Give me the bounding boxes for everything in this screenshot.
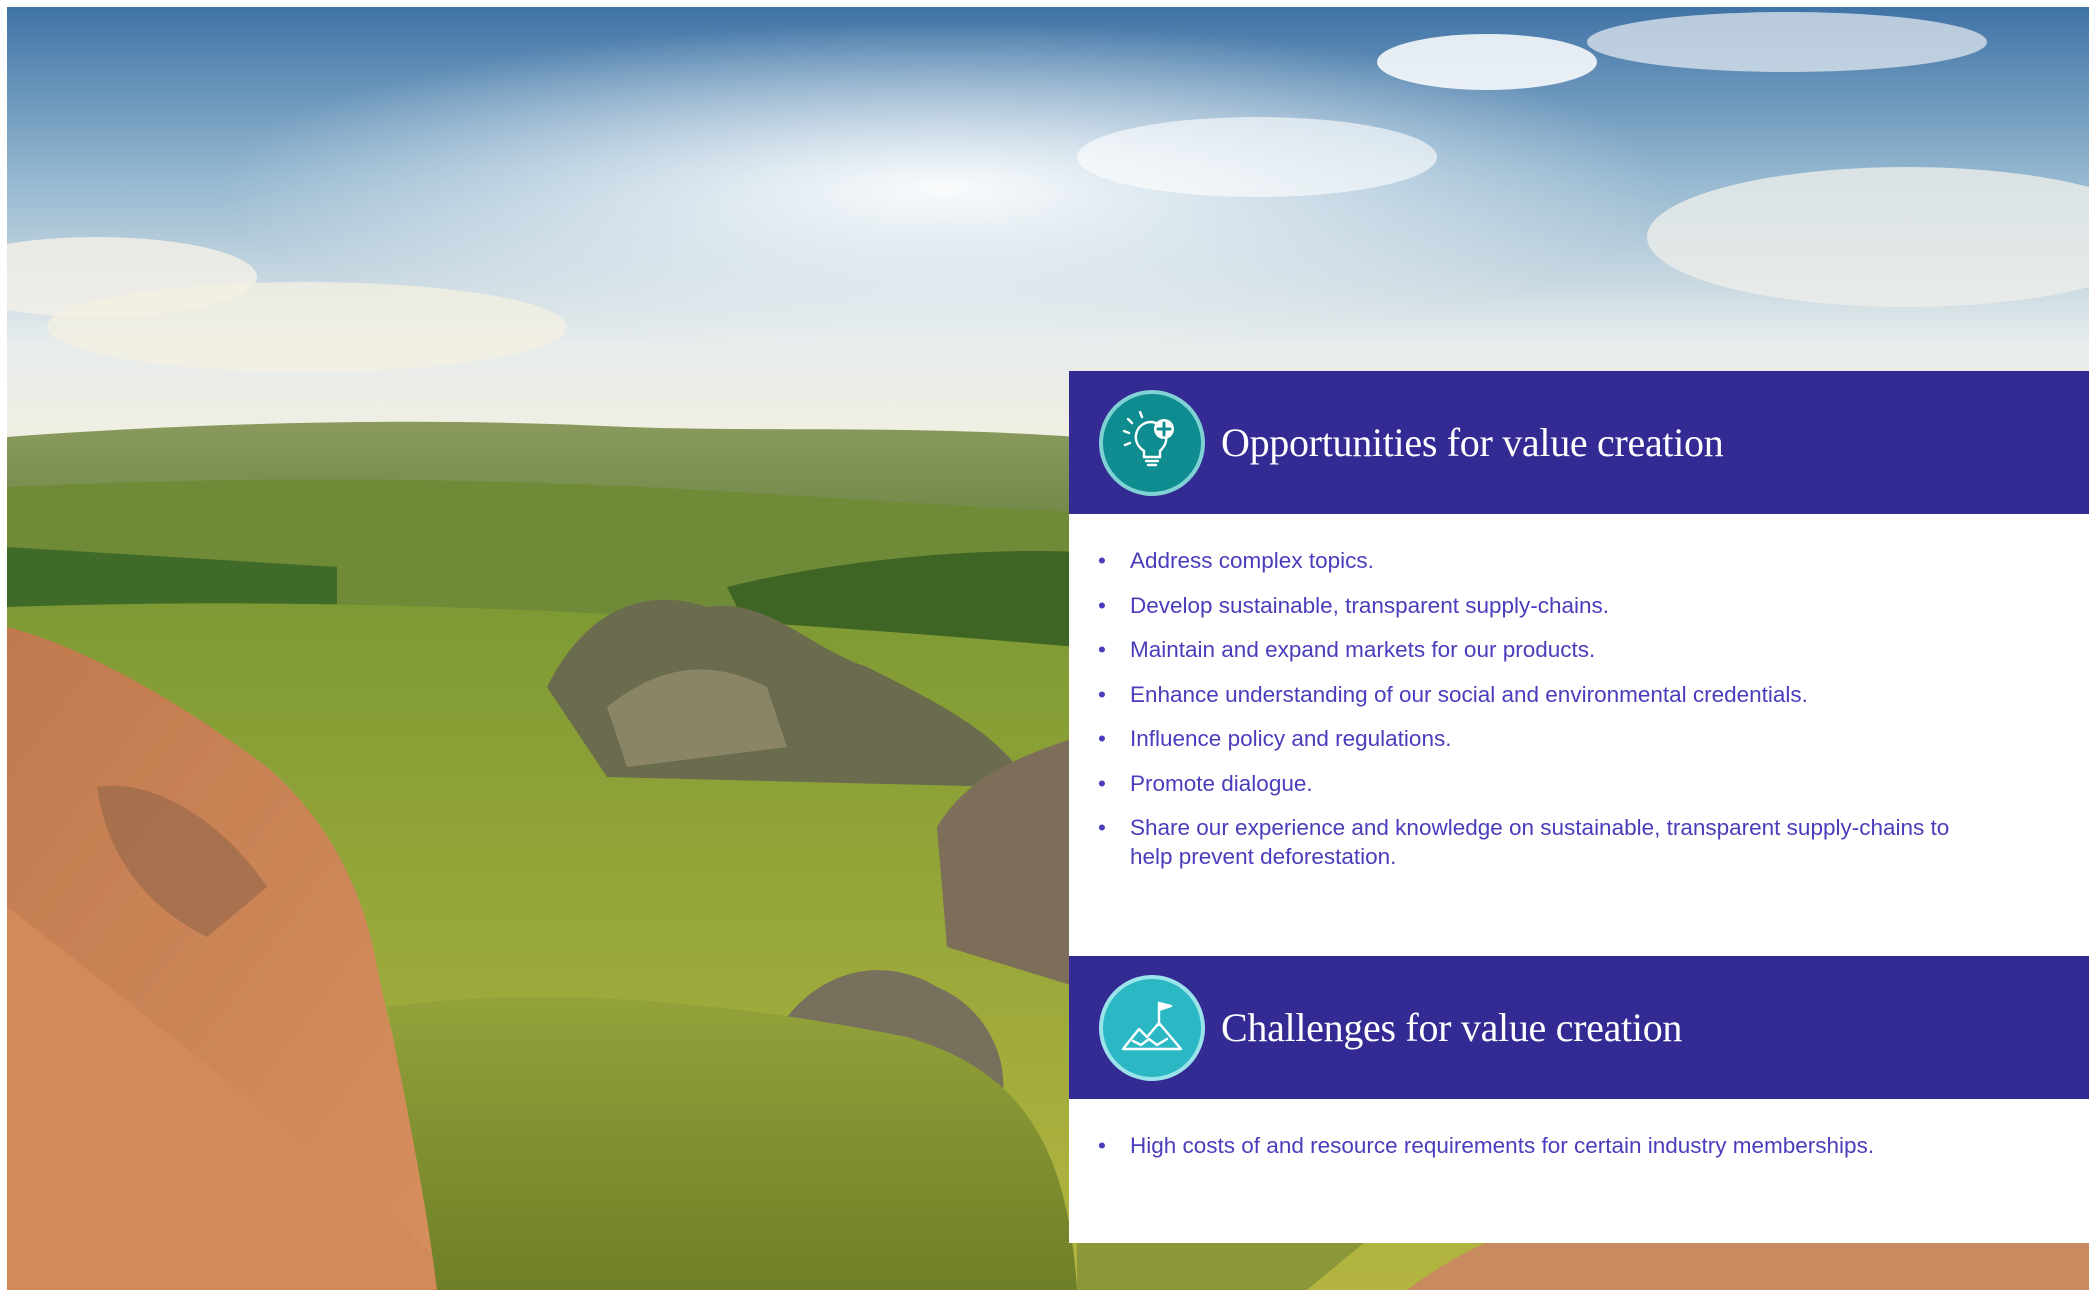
challenges-list: High costs of and resource requirements … [1069, 1131, 2089, 1160]
challenges-title: Challenges for value creation [1221, 1005, 1683, 1050]
mountain-flag-icon [1099, 974, 1205, 1081]
challenges-panel: Challenges for value creation High costs… [1069, 956, 2089, 1243]
list-item: Promote dialogue. [1069, 769, 2089, 798]
opportunities-title: Opportunities for value creation [1221, 420, 1724, 465]
list-item: Maintain and expand markets for our prod… [1069, 635, 2089, 664]
list-item: Influence policy and regulations. [1069, 724, 2089, 753]
list-item: Share our experience and knowledge on su… [1069, 813, 2089, 871]
challenges-body: High costs of and resource requirements … [1069, 1099, 2089, 1243]
list-item: Develop sustainable, transparent supply-… [1069, 591, 2089, 620]
opportunities-header: Opportunities for value creation [1069, 371, 2089, 514]
challenges-header: Challenges for value creation [1069, 956, 2089, 1099]
list-item: Enhance understanding of our social and … [1069, 680, 2089, 709]
list-item: Address complex topics. [1069, 546, 2089, 575]
lightbulb-plus-icon [1099, 389, 1205, 496]
list-item: High costs of and resource requirements … [1069, 1131, 2089, 1160]
opportunities-list: Address complex topics. Develop sustaina… [1069, 546, 2089, 871]
